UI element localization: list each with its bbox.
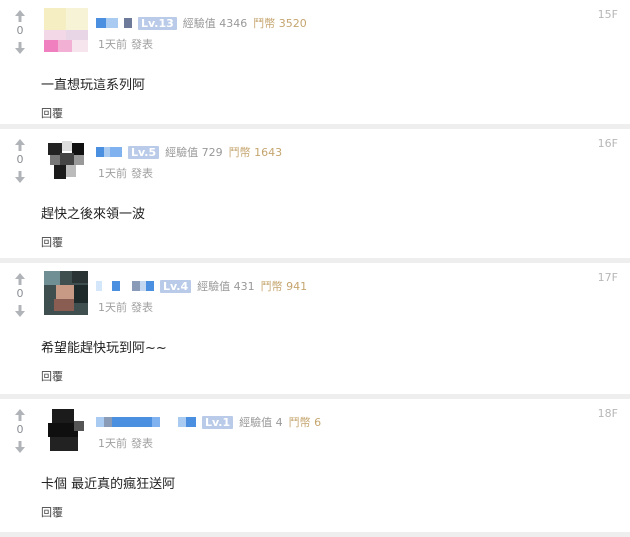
avatar[interactable] <box>44 271 88 315</box>
time-ago: 1天前 <box>98 167 127 180</box>
arrow-up-icon[interactable] <box>10 137 30 151</box>
avatar[interactable] <box>44 407 88 451</box>
username-pixelated[interactable] <box>96 16 132 30</box>
comment-item: 0 Lv.5 經驗值 729 鬥幣 1643 1天前 發表 16F 趕快之後來領… <box>0 129 630 263</box>
user-header: Lv.4 經驗值 431 鬥幣 941 <box>96 277 307 295</box>
post-label: 發表 <box>131 38 153 51</box>
coin-value: 鬥幣 3520 <box>253 17 307 30</box>
username-pixelated[interactable] <box>96 145 122 159</box>
comment-list: 0 Lv.13 經驗值 4346 鬥幣 3520 1天前 發表 15F 一直想玩… <box>0 0 630 537</box>
reply-button[interactable]: 回覆 <box>41 368 63 384</box>
vote-control: 0 <box>10 8 30 54</box>
username-pixelated[interactable] <box>96 415 196 429</box>
arrow-up-icon[interactable] <box>10 8 30 22</box>
vote-control: 0 <box>10 137 30 183</box>
time-ago: 1天前 <box>98 38 127 51</box>
comment-item: 0 Lv.1 經驗值 4 鬥幣 6 1天前 發表 18F 卡個 最近真的瘋狂送阿… <box>0 399 630 537</box>
avatar[interactable] <box>44 137 88 181</box>
coin-value: 鬥幣 6 <box>288 416 322 429</box>
floor-number: 17F <box>597 271 618 284</box>
reply-button[interactable]: 回覆 <box>41 504 63 520</box>
arrow-down-icon[interactable] <box>10 169 30 183</box>
vote-control: 0 <box>10 271 30 317</box>
floor-number: 16F <box>597 137 618 150</box>
arrow-down-icon[interactable] <box>10 439 30 453</box>
vote-count: 0 <box>16 153 24 166</box>
post-label: 發表 <box>131 167 153 180</box>
comment-item: 0 Lv.13 經驗值 4346 鬥幣 3520 1天前 發表 15F 一直想玩… <box>0 0 630 129</box>
coin-value: 鬥幣 941 <box>260 280 308 293</box>
arrow-up-icon[interactable] <box>10 271 30 285</box>
post-time: 1天前 發表 <box>98 36 153 52</box>
comment-text: 希望能趕快玩到阿~~ <box>41 341 167 356</box>
avatar[interactable] <box>44 8 88 52</box>
comment-item: 0 Lv.4 經驗值 431 鬥幣 941 1天前 發表 17F 希望能趕快玩到… <box>0 263 630 399</box>
floor-number: 15F <box>597 8 618 21</box>
time-ago: 1天前 <box>98 301 127 314</box>
level-badge: Lv.13 <box>138 16 177 30</box>
user-header: Lv.5 經驗值 729 鬥幣 1643 <box>96 143 282 161</box>
vote-control: 0 <box>10 407 30 453</box>
reply-button[interactable]: 回覆 <box>41 234 63 250</box>
comment-text: 趕快之後來領一波 <box>41 207 146 222</box>
user-header: Lv.13 經驗值 4346 鬥幣 3520 <box>96 14 307 32</box>
exp-value: 經驗值 4 <box>239 416 283 429</box>
floor-number: 18F <box>597 407 618 420</box>
post-label: 發表 <box>131 437 153 450</box>
coin-value: 鬥幣 1643 <box>228 146 283 159</box>
reply-button[interactable]: 回覆 <box>41 105 63 121</box>
level-badge: Lv.5 <box>128 145 160 159</box>
username-pixelated[interactable] <box>96 279 154 293</box>
arrow-down-icon[interactable] <box>10 303 30 317</box>
arrow-up-icon[interactable] <box>10 407 30 421</box>
vote-count: 0 <box>16 24 24 37</box>
time-ago: 1天前 <box>98 437 127 450</box>
level-badge: Lv.4 <box>160 279 192 293</box>
post-label: 發表 <box>131 301 153 314</box>
post-time: 1天前 發表 <box>98 435 153 451</box>
user-header: Lv.1 經驗值 4 鬥幣 6 <box>96 413 321 431</box>
vote-count: 0 <box>16 423 24 436</box>
exp-value: 經驗值 431 <box>197 280 255 293</box>
exp-value: 經驗值 729 <box>165 146 223 159</box>
post-time: 1天前 發表 <box>98 165 153 181</box>
comment-text: 卡個 最近真的瘋狂送阿 <box>41 477 176 492</box>
post-time: 1天前 發表 <box>98 299 153 315</box>
comment-text: 一直想玩這系列阿 <box>41 78 146 93</box>
level-badge: Lv.1 <box>202 415 234 429</box>
exp-value: 經驗值 4346 <box>182 17 248 30</box>
arrow-down-icon[interactable] <box>10 40 30 54</box>
vote-count: 0 <box>16 287 24 300</box>
